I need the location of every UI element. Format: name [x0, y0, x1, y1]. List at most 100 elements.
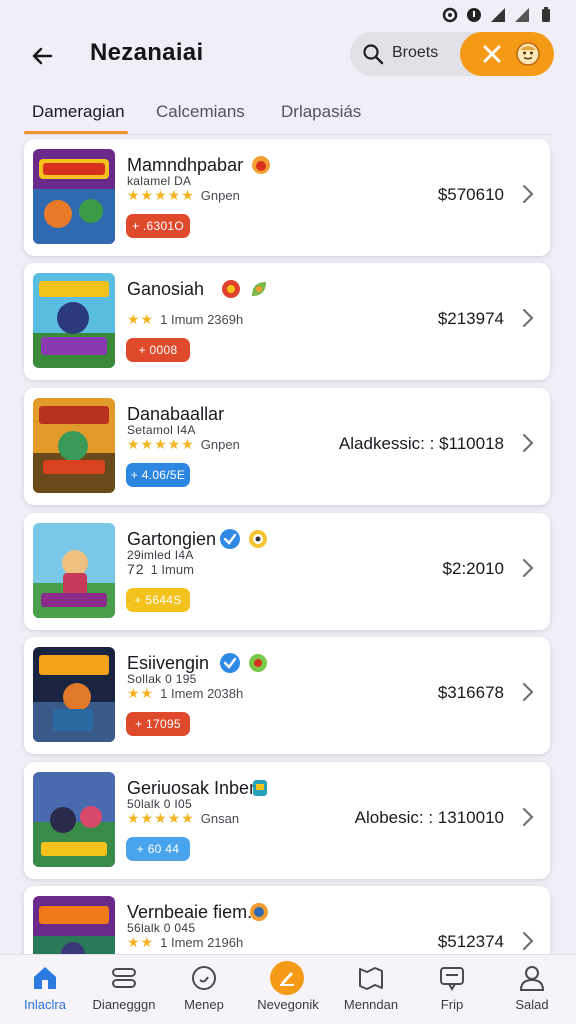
rating-row: ★★★★★ Gnpen	[127, 187, 240, 204]
nav-label: Dianegggn	[92, 997, 156, 1012]
game-name: Ganosiah	[127, 279, 205, 299]
game-thumbnail	[33, 149, 115, 244]
active-tab-indicator	[24, 131, 128, 134]
game-price: Aladkessic: : $110018	[338, 434, 504, 453]
game-thumbnail	[33, 772, 115, 867]
tab-calcemians[interactable]: Calcemians	[156, 102, 245, 132]
price-change-pill: + 5644S	[126, 588, 190, 612]
rating-text: Gnsan	[200, 811, 240, 826]
battery-icon	[538, 7, 554, 23]
chevron-right-icon[interactable]	[520, 183, 536, 205]
chevron-right-icon[interactable]	[520, 681, 536, 703]
bottom-navigation: Inlaclra Dianegggn Menep Nevegonik Mennd…	[0, 954, 576, 1024]
tabs-divider	[24, 134, 552, 135]
game-subtitle: 50lalk 0 I05	[127, 797, 192, 811]
rating-text: Gnpen	[200, 188, 240, 203]
game-price: $213974	[437, 309, 504, 328]
nav-item-salad[interactable]: Salad	[491, 955, 573, 1024]
status-bar	[0, 0, 576, 30]
game-card[interactable]: Danabaallar Setamol I4A ★★★★★ Gnpen + 4.…	[24, 388, 550, 505]
rating-row: 72 1 Imum	[127, 561, 194, 577]
nav-item-dianegggn[interactable]: Dianegggn	[83, 955, 165, 1024]
game-subtitle: Setamol I4A	[127, 423, 196, 437]
compass-icon	[269, 960, 305, 996]
rating-text: 1 Imum 2369h	[160, 312, 244, 327]
back-button[interactable]	[26, 40, 58, 72]
price-change-pill: + 60 44	[126, 837, 190, 861]
price-change-pill: + 4.06/5E	[126, 463, 190, 487]
nav-item-menep[interactable]: Menep	[163, 955, 245, 1024]
signal-icon	[490, 7, 506, 23]
game-card[interactable]: Geriuosak Inber 50lalk 0 I05 ★★★★★ Gnsan…	[24, 762, 550, 879]
game-price: $2:2010	[442, 559, 504, 578]
chevron-right-icon[interactable]	[520, 307, 536, 329]
game-name: Vernbeaie fiem.	[127, 902, 253, 922]
map-icon	[356, 963, 386, 993]
game-name: Geriuosak Inber	[127, 778, 256, 798]
star-rating: ★★★★★	[127, 187, 195, 203]
star-rating: ★★	[127, 311, 155, 327]
sliders-icon	[109, 963, 139, 993]
chevron-right-icon[interactable]	[520, 557, 536, 579]
price-change-pill: + .6301O	[126, 214, 190, 238]
game-price: $512374	[437, 932, 504, 951]
game-card[interactable]: Mamndhpabar kalamel DA ★★★★★ Gnpen + .63…	[24, 139, 550, 256]
tab-dameragian[interactable]: Dameragian	[32, 102, 125, 132]
game-name: Danabaallar	[127, 404, 225, 424]
rating-row: ★★★★★ Gnpen	[127, 436, 240, 453]
price-change-pill: + 17095	[126, 712, 190, 736]
star-rating: 72	[127, 561, 145, 577]
game-thumbnail	[33, 398, 115, 493]
settings-status-icon	[442, 7, 458, 23]
game-thumbnail	[33, 273, 115, 368]
game-name: Gartongien	[127, 529, 217, 549]
rating-row: ★★ 1 Imem 2038h	[127, 685, 243, 702]
home-icon	[30, 963, 60, 993]
bookmark-badge-icon	[249, 777, 271, 799]
game-subtitle: kalamel DA	[127, 174, 192, 188]
user-icon	[517, 963, 547, 993]
page-title: Nezanaiai	[90, 39, 204, 66]
arrow-left-icon	[32, 47, 53, 65]
close-icon[interactable]	[480, 42, 504, 66]
chevron-right-icon[interactable]	[520, 930, 536, 952]
tab-drlapasias[interactable]: Drlapasiás	[281, 102, 361, 132]
fire-badge-icon	[220, 278, 242, 300]
game-card[interactable]: Gartongien 29imled I4A 72 1 Imum + 5644S…	[24, 513, 550, 630]
nav-item-home[interactable]: Inlaclra	[4, 955, 86, 1024]
nav-item-menndan[interactable]: Menndan	[330, 955, 412, 1024]
app-header: Nezanaiai Broets	[0, 30, 576, 96]
star-rating: ★★★★★	[127, 810, 195, 826]
smiley-badge-icon	[247, 528, 269, 550]
rating-row: ★★ 1 Imum 2369h	[127, 311, 243, 328]
verified-check-icon	[219, 652, 241, 674]
smiley-badge-icon	[247, 652, 269, 674]
game-subtitle: 29imled I4A	[127, 548, 194, 562]
chevron-right-icon[interactable]	[520, 432, 536, 454]
search-bar[interactable]: Broets	[350, 32, 554, 76]
notification-status-icon	[466, 7, 482, 23]
nav-label: Menep	[184, 997, 224, 1012]
nav-label: Inlaclra	[24, 997, 66, 1012]
rating-text: Gnpen	[200, 437, 240, 452]
game-thumbnail	[33, 523, 115, 618]
rating-row: ★★★★★ Gnsan	[127, 810, 239, 827]
nav-label: Menndan	[343, 997, 399, 1012]
nav-item-frip[interactable]: Frip	[411, 955, 493, 1024]
profile-face-icon[interactable]	[515, 41, 541, 67]
price-change-pill: + 0008	[126, 338, 190, 362]
verified-check-icon	[219, 528, 241, 550]
game-card[interactable]: Esiivengin Sollak 0 195 ★★ 1 Imem 2038h …	[24, 637, 550, 754]
search-input[interactable]: Broets	[392, 44, 438, 62]
nav-label: Salad	[515, 997, 549, 1012]
game-name: Mamndhpabar	[127, 155, 244, 175]
game-card[interactable]: Ganosiah ★★ 1 Imum 2369h + 0008 $213974	[24, 263, 550, 380]
rating-row: ★★ 1 Imem 2196h	[127, 934, 243, 951]
emblem-badge-icon	[248, 901, 270, 923]
rating-text: 1 Imum	[150, 561, 194, 577]
rating-text: 1 Imem 2038h	[160, 686, 244, 701]
nav-item-nevegonik[interactable]: Nevegonik	[247, 955, 329, 1024]
chevron-right-icon[interactable]	[520, 806, 536, 828]
clock-icon	[189, 963, 219, 993]
game-price: $570610	[437, 185, 504, 204]
